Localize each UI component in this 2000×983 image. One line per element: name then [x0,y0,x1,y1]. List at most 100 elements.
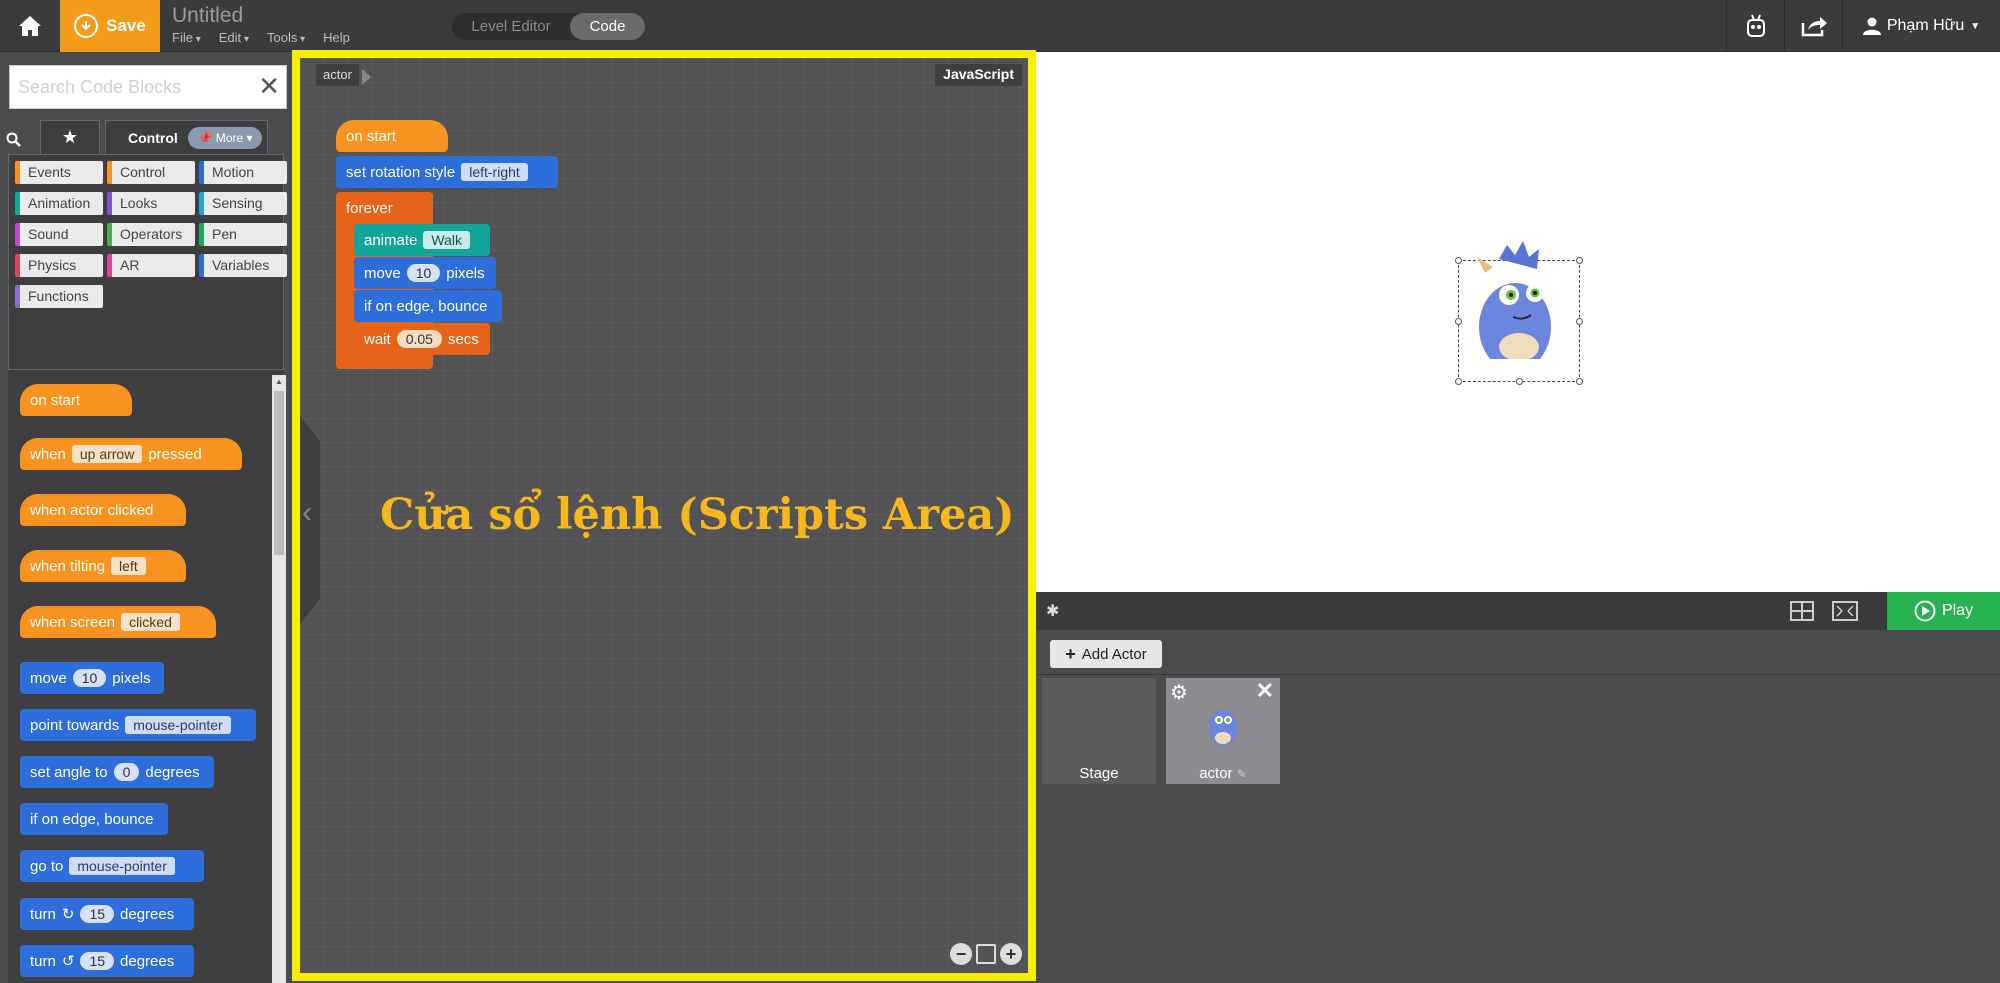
tilt-dropdown[interactable]: left [111,557,146,575]
user-menu[interactable]: Phạm Hữu ▼ [1842,0,2000,52]
code-tab[interactable]: Code [570,13,645,40]
palette-scrollbar[interactable]: ▲ ▼ [272,375,286,983]
script-if-on-edge-bounce[interactable]: if on edge, bounce [354,290,502,322]
category-sound[interactable]: Sound [15,223,103,246]
rotation-dropdown[interactable]: left-right [461,163,528,181]
script-wait[interactable]: wait 0.05 secs [354,323,490,355]
category-ar[interactable]: AR [107,254,195,277]
block-on-start[interactable]: on start [20,384,132,416]
zoom-reset-icon[interactable] [976,944,996,964]
save-button[interactable]: Save [60,0,160,52]
number-input[interactable]: 0.05 [396,330,442,348]
block-label: when [30,445,66,463]
script-animate[interactable]: animate Walk [354,224,490,256]
resize-handle[interactable] [1576,378,1583,385]
block-point-towards[interactable]: point towards mouse-pointer [20,709,256,741]
number-input[interactable]: 10 [406,264,441,282]
block-turn-clockwise[interactable]: turn ↻ 15 degrees [20,898,194,930]
block-go-to[interactable]: go to mouse-pointer [20,850,204,882]
category-pen[interactable]: Pen [199,223,287,246]
javascript-button[interactable]: JavaScript [935,64,1022,86]
menu-help[interactable]: Help [323,30,350,45]
block-when-actor-clicked[interactable]: when actor clicked [20,494,186,526]
script-forever-header[interactable]: forever [336,192,433,224]
robot-button[interactable] [1726,0,1784,52]
block-when-tilting[interactable]: when tilting left [20,550,186,582]
resize-handle[interactable] [1516,378,1523,385]
block-when-key-pressed[interactable]: when up arrow pressed [20,438,242,470]
divider [1036,674,2000,675]
category-events[interactable]: Events [15,161,103,184]
category-looks[interactable]: Looks [107,192,195,215]
key-dropdown[interactable]: up arrow [71,445,143,463]
category-animation[interactable]: Animation [15,192,103,215]
number-input[interactable]: 0 [113,763,140,781]
home-button[interactable] [0,0,60,52]
breadcrumb-actor[interactable]: actor [316,64,359,86]
search-box[interactable]: Search Code Blocks ✕ [9,65,287,109]
fullscreen-icon[interactable] [1832,601,1858,621]
category-functions[interactable]: Functions [15,285,103,308]
number-input[interactable]: 15 [80,952,115,970]
category-sensing[interactable]: Sensing [199,192,287,215]
clear-search-icon[interactable]: ✕ [258,72,280,100]
robot-icon [1746,14,1765,37]
stage-card-label: Stage [1079,765,1119,782]
grid-view-icon[interactable] [1790,601,1814,621]
category-operators[interactable]: Operators [107,223,195,246]
script-set-rotation-style[interactable]: set rotation style left-right [336,156,558,188]
stage-canvas[interactable] [1036,52,2000,592]
target-dropdown[interactable]: mouse-pointer [125,716,231,734]
play-button[interactable]: Play [1887,592,2000,630]
favorites-tab[interactable]: ★ [40,120,100,154]
zoom-out-icon[interactable]: − [950,943,972,965]
rotate-cw-icon: ↻ [61,906,75,923]
collapse-palette-handle[interactable]: ‹ [300,416,320,624]
block-if-on-edge-bounce[interactable]: if on edge, bounce [20,803,168,835]
menu-tools[interactable]: Tools [267,30,305,45]
close-icon[interactable]: ✕ [1256,678,1274,704]
share-button[interactable] [1784,0,1842,52]
scripts-area[interactable]: actor JavaScript ‹ on start set rotation… [292,50,1036,981]
number-input[interactable]: 15 [80,905,115,923]
menu-edit[interactable]: Edit [219,30,249,45]
actor-selection-box[interactable] [1455,241,1583,385]
stage-card[interactable]: Stage [1042,678,1156,784]
resize-handle[interactable] [1455,378,1462,385]
block-when-screen-clicked[interactable]: when screen clicked [20,606,216,638]
tab-control[interactable]: Control 📌 More ▾ [105,120,268,154]
number-input[interactable]: 10 [72,669,107,687]
level-editor-tab[interactable]: Level Editor [452,13,570,40]
scroll-up-icon[interactable]: ▲ [275,377,283,386]
plus-icon: + [1065,643,1076,664]
palette-tabs: ★ Control 📌 More ▾ [0,120,292,154]
block-turn-counterclockwise[interactable]: turn ↺ 15 degrees [20,945,194,977]
top-bar: Save Untitled File Edit Tools Help Level… [0,0,2000,52]
screen-dropdown[interactable]: clicked [121,613,180,631]
monster-actor-sprite[interactable] [1459,237,1581,359]
block-set-angle[interactable]: set angle to 0 degrees [20,756,214,788]
block-move[interactable]: move 10 pixels [20,662,164,694]
more-button[interactable]: 📌 More ▾ [188,127,262,149]
category-variables[interactable]: Variables [199,254,287,277]
gear-icon[interactable]: ⚙ [1170,680,1188,705]
scroll-thumb[interactable] [274,391,284,555]
script-on-start[interactable]: on start [336,120,448,152]
pencil-icon[interactable]: ✎ [1237,767,1247,781]
add-actor-button[interactable]: + Add Actor [1050,640,1162,668]
block-label: on start [346,127,397,145]
zoom-in-icon[interactable]: + [1000,943,1022,965]
menu-file[interactable]: File [172,30,201,45]
search-tab[interactable] [6,132,22,153]
actor-card-label: actor ✎ [1166,765,1280,782]
category-motion[interactable]: Motion [199,161,287,184]
animation-dropdown[interactable]: Walk [423,231,470,249]
category-physics[interactable]: Physics [15,254,103,277]
search-input[interactable]: Search Code Blocks [18,77,181,98]
document-title[interactable]: Untitled [172,4,243,28]
category-control[interactable]: Control [107,161,195,184]
script-move[interactable]: move 10 pixels [354,257,496,289]
target-dropdown[interactable]: mouse-pointer [69,857,175,875]
debug-bug-icon[interactable]: ✱ [1046,601,1059,621]
actor-card[interactable]: ⚙ ✕ actor ✎ [1166,678,1280,784]
